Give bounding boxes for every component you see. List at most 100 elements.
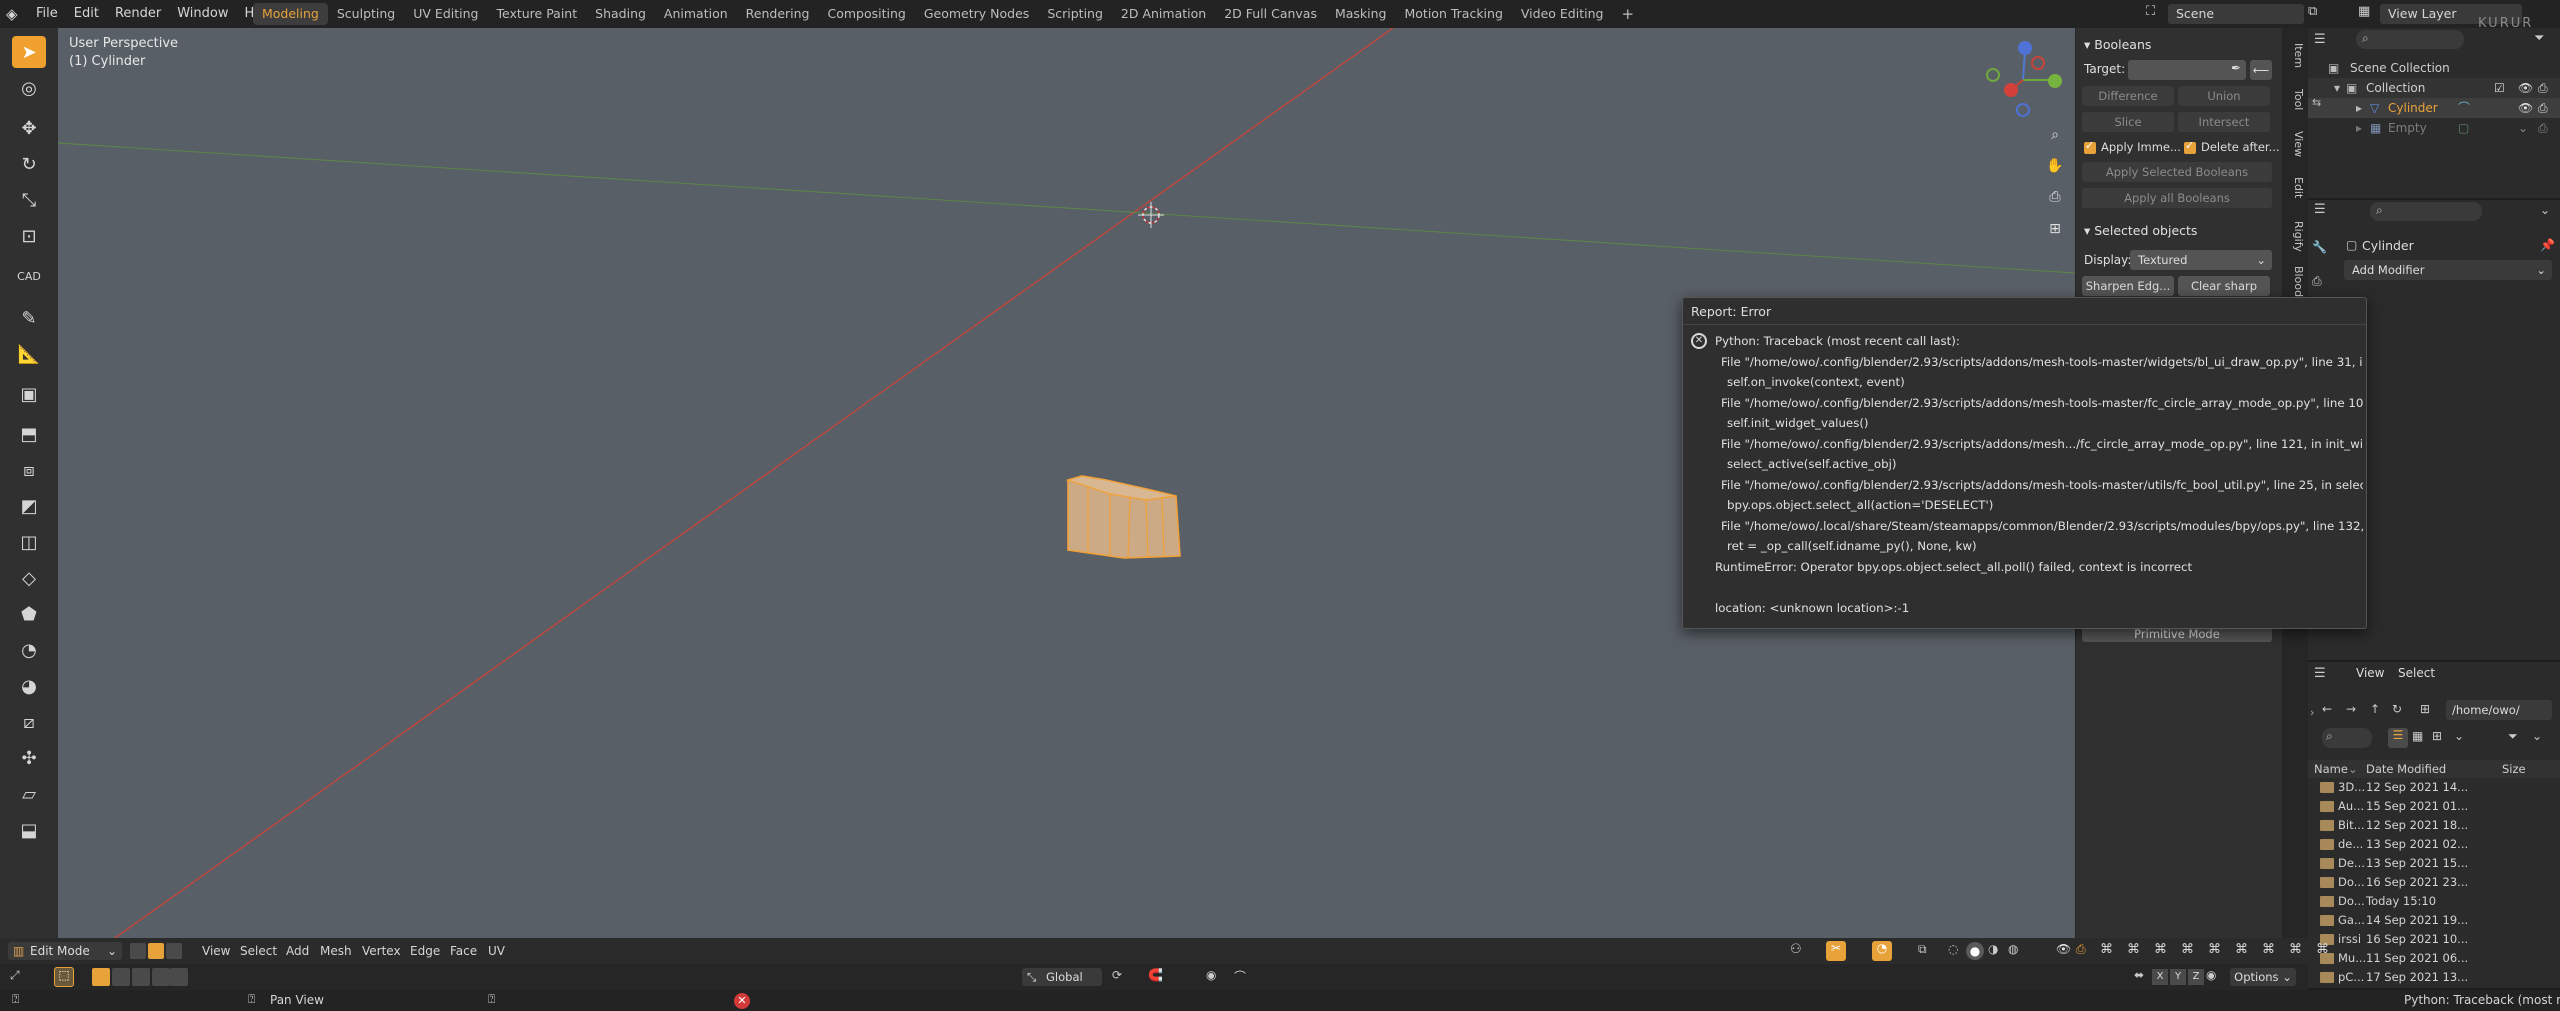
column-name[interactable]: Name — [2314, 760, 2348, 778]
column-date[interactable]: Date Modified — [2366, 760, 2446, 778]
vertex-select-icon[interactable] — [130, 943, 146, 959]
file-row[interactable]: De... 13 Sep 2021 15... — [2308, 854, 2560, 873]
extrude-tool-icon[interactable]: ⬒ — [12, 418, 46, 450]
view-layer-icon[interactable]: ▦ — [2358, 4, 2376, 19]
vp-menu-mesh[interactable]: Mesh — [320, 938, 352, 964]
file-row[interactable]: Bit... 12 Sep 2021 18... — [2308, 816, 2560, 835]
vp-menu-view[interactable]: View — [202, 938, 230, 964]
menu-file[interactable]: File — [28, 0, 66, 28]
outliner-search-input[interactable] — [2356, 30, 2464, 49]
eye-icon[interactable]: 👁 — [2056, 942, 2071, 956]
vp-menu-uv[interactable]: UV — [488, 938, 505, 964]
file-row[interactable]: irssi 16 Sep 2021 10... — [2308, 930, 2560, 949]
camera-icon[interactable]: ⎙ — [2538, 78, 2548, 98]
tool-tab-icon[interactable]: 🔧 — [2312, 240, 2327, 254]
bevel-tool-icon[interactable]: ◩ — [12, 490, 46, 522]
empty-row[interactable]: ▸ ▦ Empty ▢ ⌄ ⎙ — [2308, 118, 2560, 138]
copy-icon[interactable]: ⧉ — [2308, 4, 2317, 19]
difference-button[interactable]: Difference — [2082, 86, 2174, 106]
tab-texture-paint[interactable]: Texture Paint — [487, 3, 586, 25]
tab-video-editing[interactable]: Video Editing — [1512, 3, 1613, 25]
display-dropdown[interactable]: Textured ⌄ — [2130, 250, 2272, 270]
add-modifier-dropdown[interactable]: Add Modifier ⌄ — [2344, 260, 2552, 280]
forward-icon[interactable]: → — [2346, 702, 2356, 716]
cad-tool-icon[interactable]: CAD — [12, 260, 46, 292]
tab-compositing[interactable]: Compositing — [819, 3, 915, 25]
axis-x-toggle[interactable]: X — [2152, 969, 2168, 985]
editor-type-icon[interactable]: ☰ — [2314, 666, 2326, 681]
tab-2d-animation[interactable]: 2D Animation — [1112, 3, 1215, 25]
fb-menu-view[interactable]: View — [2356, 666, 2384, 680]
poly-build-tool-icon[interactable]: ⬟ — [12, 598, 46, 630]
booleans-header[interactable]: ▾ Booleans — [2084, 37, 2151, 52]
intersect-button[interactable]: Intersect — [2178, 112, 2270, 132]
vp-menu-select[interactable]: Select — [240, 938, 277, 964]
back-icon[interactable]: ← — [2322, 702, 2332, 716]
knife-tool-icon[interactable]: ◇ — [12, 562, 46, 594]
refresh-icon[interactable]: ↻ — [2392, 702, 2402, 716]
tab-shading[interactable]: Shading — [586, 3, 655, 25]
transform-icon[interactable]: ⤢ — [10, 968, 20, 983]
select-set-icon[interactable] — [92, 968, 110, 986]
falloff-icon[interactable]: ⌒ — [1234, 968, 1246, 985]
clear-sharp-button[interactable]: Clear sharp — [2178, 276, 2270, 296]
zoom-icon[interactable]: ⌕ — [2044, 124, 2066, 146]
menu-edit[interactable]: Edit — [66, 0, 107, 28]
tab-geometry-nodes[interactable]: Geometry Nodes — [915, 3, 1038, 25]
tab-rendering[interactable]: Rendering — [737, 3, 819, 25]
delete-after-checkbox[interactable]: Delete after... — [2184, 139, 2280, 154]
tab-scripting[interactable]: Scripting — [1038, 3, 1112, 25]
chevron-down-icon[interactable]: ⌄ — [2540, 203, 2550, 217]
material-shading-icon[interactable]: ◑ — [1988, 942, 1998, 956]
menu-render[interactable]: Render — [107, 0, 169, 28]
cylinder-row[interactable]: ▸ ▽ Cylinder ⌒ 👁 ⎙ — [2308, 98, 2560, 118]
selected-objects-header[interactable]: ▾ Selected objects — [2084, 223, 2197, 238]
collection-row[interactable]: ▾ ▣ Collection ☑ 👁 ⎙ — [2308, 78, 2560, 98]
eye-icon[interactable]: 👁 — [2518, 98, 2533, 118]
perspective-grid-icon[interactable]: ⊞ — [2044, 218, 2066, 240]
fb-menu-select[interactable]: Select — [2398, 666, 2435, 680]
tab-sculpting[interactable]: Sculpting — [328, 3, 404, 25]
measure-tool-icon[interactable]: 📐 — [12, 338, 46, 370]
eye-icon[interactable]: 👁 — [2518, 78, 2533, 98]
new-folder-icon[interactable]: ⊞ — [2420, 702, 2430, 716]
auto-merge-icon[interactable]: ◉ — [2206, 968, 2216, 982]
vp-menu-vertex[interactable]: Vertex — [362, 938, 401, 964]
tab-edit[interactable]: Edit — [2285, 168, 2305, 208]
chevron-down-icon[interactable]: ⌄ — [2454, 729, 2464, 743]
filter-icon[interactable]: ⏷ — [2534, 31, 2544, 46]
apply-selected-booleans-button[interactable]: Apply Selected Booleans — [2082, 162, 2272, 182]
select-invert-icon[interactable] — [152, 968, 170, 986]
file-row[interactable]: Au... 15 Sep 2021 01... — [2308, 797, 2560, 816]
sharpen-edges-button[interactable]: Sharpen Edg... — [2082, 276, 2174, 296]
edge-slide-tool-icon[interactable]: ⧄ — [12, 706, 46, 738]
filter-side-icon[interactable]: ⇆ — [2312, 96, 2321, 109]
spin-tool-icon[interactable]: ◔ — [12, 634, 46, 666]
scene-field[interactable]: Scene — [2168, 4, 2304, 24]
file-row[interactable]: Mu... 11 Sep 2021 06... — [2308, 949, 2560, 968]
filter-icon[interactable]: ⏷ — [2508, 729, 2518, 744]
tab-motion-tracking[interactable]: Motion Tracking — [1396, 3, 1512, 25]
list-view-icon[interactable]: ☰ — [2388, 728, 2408, 748]
tab-item[interactable]: Item — [2285, 36, 2305, 76]
select-intersect-icon[interactable] — [170, 968, 188, 986]
eyedropper-icon[interactable]: ✒ — [2231, 61, 2241, 75]
select-box-icon[interactable]: ⬚ — [54, 967, 74, 987]
back-arrow-icon[interactable]: ⟵ — [2250, 60, 2272, 80]
editor-type-icon[interactable]: ☰ — [2314, 202, 2326, 217]
camera-icon[interactable]: ⎙ — [2538, 118, 2548, 138]
select-subtract-icon[interactable] — [132, 968, 150, 986]
target-field[interactable] — [2128, 60, 2246, 80]
vp-menu-face[interactable]: Face — [450, 938, 477, 964]
file-row[interactable]: 3D... 12 Sep 2021 14... — [2308, 778, 2560, 797]
overlay-icon[interactable]: ◔ — [1872, 941, 1892, 961]
checkbox-icon[interactable]: ☑ — [2494, 78, 2505, 98]
thumbnail-view-icon[interactable]: ▦ — [2412, 729, 2423, 743]
scene-icon[interactable]: ⛶ — [2146, 4, 2164, 22]
parent-dir-icon[interactable]: ↑ — [2370, 702, 2380, 716]
file-row[interactable]: Do... Today 15:10 — [2308, 892, 2560, 911]
shear-tool-icon[interactable]: ▱ — [12, 778, 46, 810]
blender-logo-icon[interactable]: ◈ — [6, 5, 24, 23]
pan-hand-icon[interactable]: ✋ — [2044, 155, 2066, 177]
vp-menu-edge[interactable]: Edge — [410, 938, 440, 964]
